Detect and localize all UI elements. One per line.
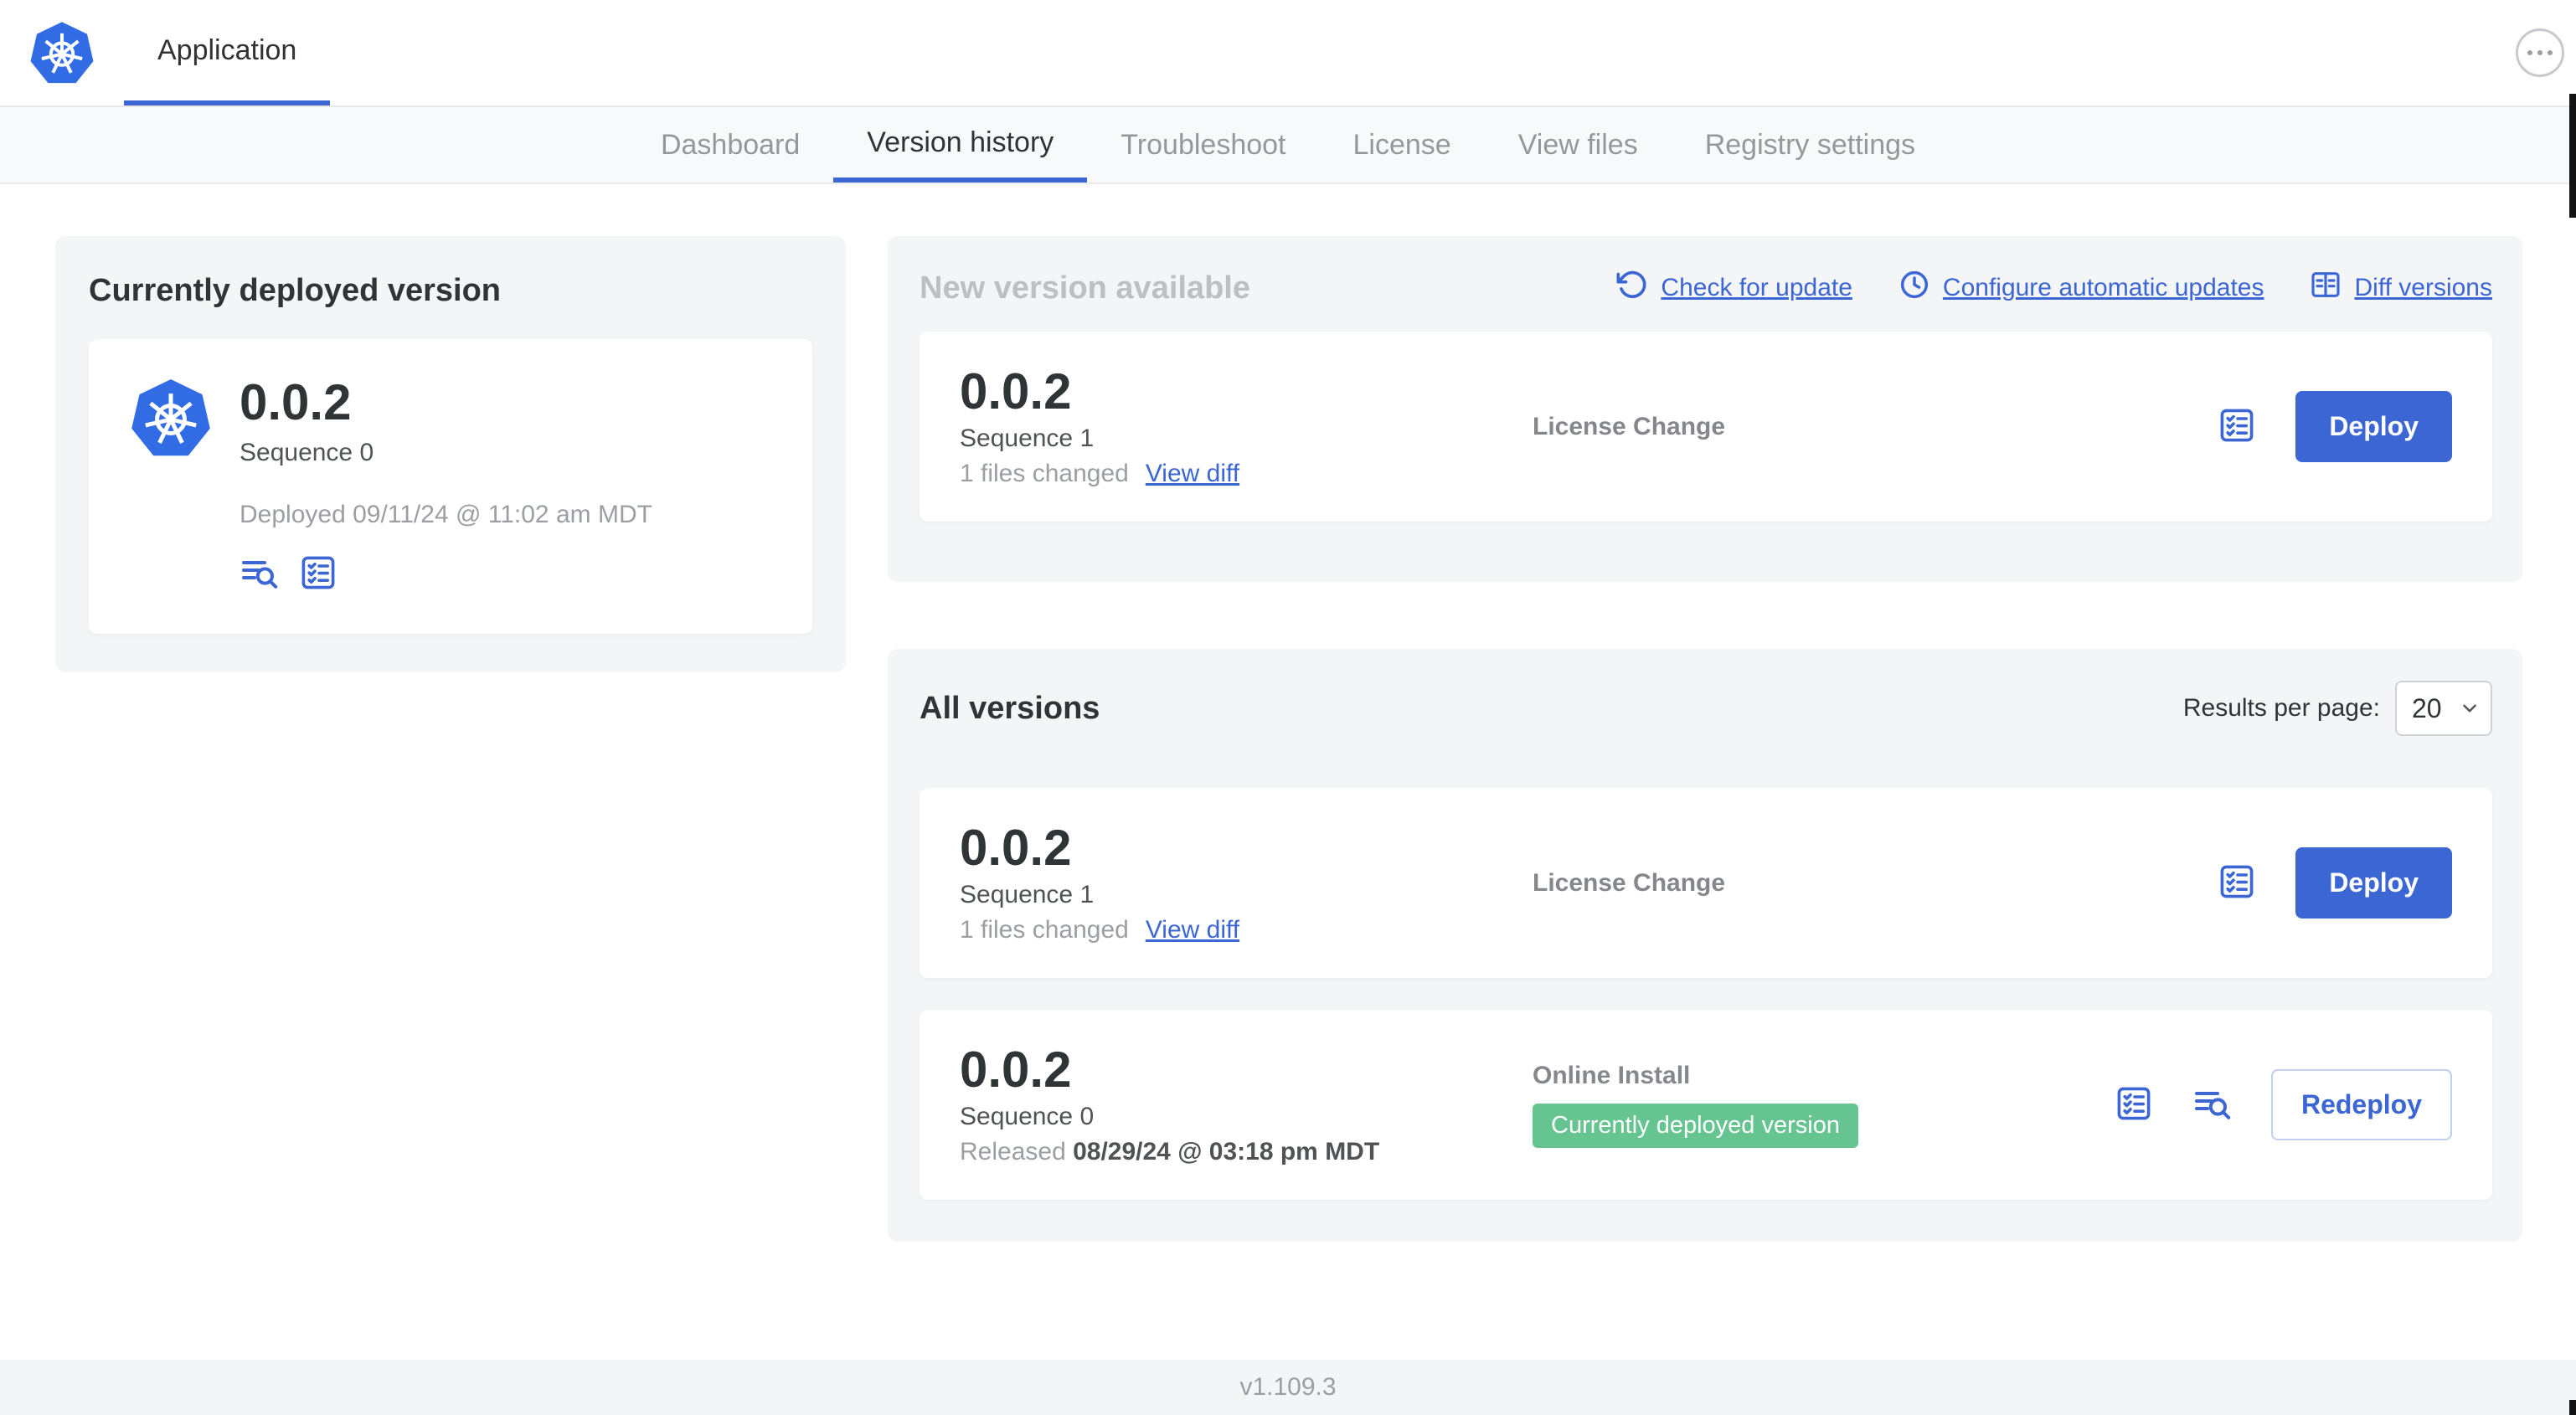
view-logs-button[interactable] <box>240 553 280 595</box>
configure-automatic-updates-label: Configure automatic updates <box>1942 274 2264 301</box>
results-per-page-label: Results per page: <box>2182 694 2380 722</box>
log-search-icon <box>240 553 280 595</box>
right-column: New version available Check for update C… <box>888 236 2522 1242</box>
kubernetes-app-icon <box>129 376 213 595</box>
view-diff-link[interactable]: View diff <box>1146 460 1239 488</box>
checklist-icon <box>2114 1083 2154 1126</box>
tab-license[interactable]: License <box>1320 107 1485 183</box>
results-per-page-value: 20 <box>2412 692 2442 723</box>
page-tabs: Dashboard Version history Troubleshoot L… <box>0 107 2576 184</box>
new-version-title: New version available <box>920 270 1250 306</box>
currently-deployed-panel: Currently deployed version 0.0.2 Sequenc… <box>55 236 846 672</box>
currently-deployed-badge: Currently deployed version <box>1533 1104 1858 1148</box>
checklist-icon <box>2217 862 2257 904</box>
diff-table-icon <box>2309 268 2342 308</box>
version-sequence: Sequence 1 <box>960 881 1095 908</box>
deployed-version-number: 0.0.2 <box>240 374 352 430</box>
tab-view-files[interactable]: View files <box>1485 107 1672 183</box>
all-versions-title: All versions <box>920 690 1100 726</box>
all-versions-panel: All versions Results per page: 20 0.0.2 … <box>888 649 2522 1242</box>
deployed-sequence: Sequence 0 <box>240 439 374 466</box>
ellipsis-icon <box>2527 50 2553 55</box>
chevron-down-icon <box>2459 697 2481 719</box>
release-notes-button[interactable] <box>2217 862 2257 904</box>
version-source-label: Online Install <box>1533 1062 1691 1089</box>
deployed-timestamp: Deployed 09/11/24 @ 11:02 am MDT <box>240 501 652 528</box>
view-logs-button[interactable] <box>2192 1083 2233 1126</box>
view-diff-link[interactable]: View diff <box>1146 916 1239 944</box>
released-date: 08/29/24 @ 03:18 pm MDT <box>1073 1138 1380 1165</box>
version-source-label: License Change <box>1533 412 1726 440</box>
application-tab[interactable]: Application <box>124 0 331 105</box>
tab-registry-settings[interactable]: Registry settings <box>1672 107 1949 183</box>
new-version-panel: New version available Check for update C… <box>888 236 2522 582</box>
diff-versions-link[interactable]: Diff versions <box>2309 268 2492 308</box>
refresh-icon <box>1615 268 1649 308</box>
currently-deployed-card: 0.0.2 Sequence 0 Deployed 09/11/24 @ 11:… <box>89 339 812 634</box>
check-for-update-label: Check for update <box>1661 274 1852 301</box>
app-footer: v1.109.3 <box>0 1360 2576 1415</box>
new-version-card: 0.0.2 Sequence 1 1 files changed View di… <box>920 332 2492 522</box>
version-sequence: Sequence 0 <box>960 1103 1095 1130</box>
release-notes-button[interactable] <box>2217 405 2257 448</box>
version-row: 0.0.2 Sequence 0 Released 08/29/24 @ 03:… <box>920 1010 2492 1200</box>
deploy-button[interactable]: Deploy <box>2295 391 2452 462</box>
tab-version-history[interactable]: Version history <box>833 107 1088 183</box>
main-content: Currently deployed version 0.0.2 Sequenc… <box>0 184 2576 1242</box>
configure-automatic-updates-link[interactable]: Configure automatic updates <box>1898 268 2264 308</box>
files-changed-label: 1 files changed <box>960 916 1129 944</box>
released-label: Released <box>960 1138 1074 1165</box>
version-number: 0.0.2 <box>960 363 1072 419</box>
version-number: 0.0.2 <box>960 820 1072 876</box>
checklist-icon <box>298 553 338 595</box>
deploy-button[interactable]: Deploy <box>2295 847 2452 918</box>
tab-troubleshoot[interactable]: Troubleshoot <box>1087 107 1319 183</box>
version-row: 0.0.2 Sequence 1 1 files changed View di… <box>920 788 2492 978</box>
console-version: v1.109.3 <box>1239 1373 1337 1401</box>
application-tab-label: Application <box>157 33 297 66</box>
released-timestamp: Released 08/29/24 @ 03:18 pm MDT <box>960 1138 1533 1166</box>
log-search-icon <box>2192 1083 2233 1126</box>
kubernetes-logo <box>0 0 124 105</box>
currently-deployed-title: Currently deployed version <box>89 273 502 308</box>
checklist-icon <box>2217 405 2257 448</box>
release-notes-button[interactable] <box>2114 1083 2154 1126</box>
overflow-menu-button[interactable] <box>2516 28 2564 77</box>
version-number: 0.0.2 <box>960 1042 1072 1098</box>
files-changed-label: 1 files changed <box>960 460 1129 487</box>
version-sequence: Sequence 1 <box>960 424 1095 452</box>
tab-dashboard[interactable]: Dashboard <box>627 107 833 183</box>
scrollbar-thumb[interactable] <box>2569 94 2576 218</box>
redeploy-button[interactable]: Redeploy <box>2270 1069 2452 1140</box>
clock-icon <box>1898 268 1931 308</box>
diff-versions-label: Diff versions <box>2354 274 2492 301</box>
app-header: Application <box>0 0 2576 107</box>
check-for-update-link[interactable]: Check for update <box>1615 268 1852 308</box>
results-per-page-select[interactable]: 20 <box>2395 681 2492 736</box>
release-notes-button[interactable] <box>298 553 338 595</box>
version-source-label: License Change <box>1533 868 1726 897</box>
scrollbar-thumb[interactable] <box>2569 1400 2576 1415</box>
